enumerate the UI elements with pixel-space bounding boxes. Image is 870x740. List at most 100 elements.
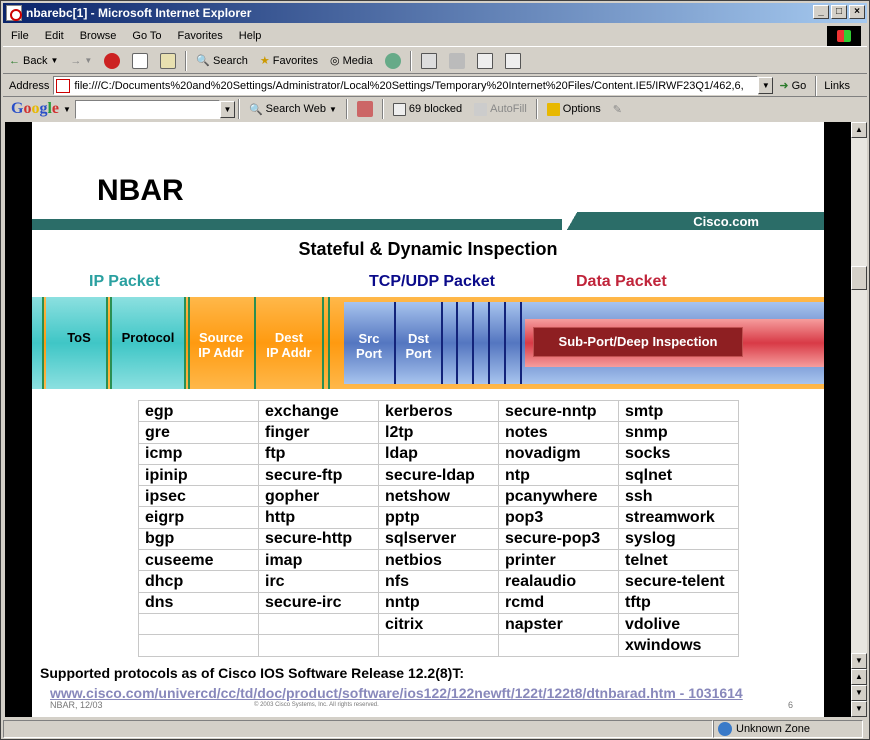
go-arrow-icon: ➜ [779, 80, 789, 92]
dst-port-label: Dst Port [405, 331, 432, 361]
protocol-cell: ldap [378, 442, 499, 465]
stop-button[interactable] [98, 50, 126, 72]
menu-file[interactable]: File [3, 30, 37, 42]
autofill-label: AutoFill [490, 103, 527, 115]
google-search-dropdown[interactable]: ▼ [219, 100, 235, 118]
search-web-label: Search Web [265, 103, 326, 115]
search-icon: 🔍 [196, 55, 211, 67]
browser-window: nbarebc[1] - Microsoft Internet Explorer… [0, 0, 870, 740]
chevron-down-icon: ▼ [328, 104, 337, 114]
google-logo[interactable]: Google [3, 100, 63, 118]
slide-subtitle: Stateful & Dynamic Inspection [298, 239, 558, 259]
reference-link[interactable]: www.cisco.com/univercd/cc/td/doc/product… [50, 685, 743, 701]
discuss-button[interactable] [499, 50, 527, 72]
menu-help[interactable]: Help [231, 30, 270, 42]
print-button[interactable] [443, 50, 471, 72]
standard-toolbar: ← Back ▼ → ▼ 🔍 Search ★ Favorites ◎ Media [3, 48, 867, 74]
back-button[interactable]: ← Back ▼ [3, 50, 64, 72]
band-slant [562, 212, 582, 230]
google-search-input[interactable] [74, 99, 220, 119]
edit-button[interactable] [471, 50, 499, 72]
chevron-down-icon[interactable]: ▼ [63, 105, 71, 114]
links-button[interactable]: Links [820, 80, 850, 92]
toolbar-separator [345, 99, 348, 119]
protocol-cell: pcanywhere [498, 485, 619, 508]
mail-button[interactable] [415, 50, 443, 72]
next-page-button-2[interactable]: ▼ [851, 701, 867, 717]
slide-title: NBAR [97, 174, 184, 207]
autofill-button[interactable]: AutoFill [468, 98, 533, 120]
maximize-button[interactable]: □ [831, 5, 847, 19]
close-button[interactable]: × [849, 5, 865, 19]
toolbar-separator [381, 99, 384, 119]
menu-favorites[interactable]: Favorites [170, 30, 231, 42]
field-divider [441, 302, 443, 384]
scroll-thumb[interactable] [851, 266, 867, 290]
band-highlight [32, 212, 572, 219]
favorites-icon: ★ [259, 55, 270, 67]
address-url: file:///C:/Documents%20and%20Settings/Ad… [74, 79, 744, 92]
previous-page-button[interactable]: ▲ [851, 669, 867, 685]
field-divider [520, 302, 522, 384]
search-button[interactable]: 🔍 Search [190, 50, 254, 72]
history-button[interactable] [379, 50, 407, 72]
field-divider [42, 297, 44, 389]
status-bar: Unknown Zone [3, 718, 867, 739]
table-row: gre finger l2tp notes snmp [138, 421, 739, 444]
protocol-cell: nfs [378, 570, 499, 593]
protocol-cell: novadigm [498, 442, 619, 465]
protocol-cell: sqlnet [618, 463, 739, 487]
protocol-cell: gre [138, 421, 259, 444]
media-label: Media [342, 54, 373, 67]
menu-edit[interactable]: Edit [37, 30, 72, 42]
protocol-cell: ftp [258, 442, 379, 465]
page-viewport[interactable]: NBAR Cisco.com Stateful & Dynamic Inspec… [5, 122, 851, 717]
scroll-down-button[interactable]: ▼ [851, 653, 867, 669]
options-button[interactable]: Options [541, 98, 607, 120]
protocol-cell [258, 634, 379, 657]
field-divider [184, 297, 186, 389]
protocol-cell: pop3 [498, 506, 619, 529]
source-ip-label: Source IP Addr [198, 330, 244, 360]
scroll-up-button[interactable]: ▲ [851, 122, 867, 138]
search-web-icon: 🔍 [248, 103, 263, 116]
table-row: eigrp http pptp pop3 streamwork [138, 506, 739, 529]
stop-icon [104, 52, 121, 69]
media-button[interactable]: ◎ Media [324, 50, 379, 72]
menu-goto[interactable]: Go To [124, 30, 169, 42]
protocol-cell: pptp [378, 506, 499, 529]
protocol-cell [138, 634, 259, 657]
toolbar-separator [409, 50, 412, 71]
go-button[interactable]: ➜ Go [773, 75, 812, 97]
table-row: ipinip secure-ftp secure-ldap ntp sqlnet [138, 463, 739, 487]
menu-browse[interactable]: Browse [72, 30, 125, 42]
menu-bar: File Edit Browse Go To Favorites Help [3, 25, 867, 47]
refresh-button[interactable] [126, 50, 154, 72]
protocol-cell: irc [258, 570, 379, 593]
data-packet-label: Data Packet [576, 273, 667, 290]
home-button[interactable] [154, 50, 182, 72]
news-button[interactable] [351, 98, 379, 120]
address-dropdown-button[interactable]: ▼ [758, 77, 774, 94]
protocol-cell: cuseeme [138, 549, 259, 572]
address-input[interactable]: file:///C:/Documents%20and%20Settings/Ad… [53, 76, 759, 95]
search-label: Search [213, 54, 248, 67]
next-page-button[interactable]: ▼ [851, 685, 867, 701]
favorites-button[interactable]: ★ Favorites [254, 50, 324, 72]
subport-inspection-label: Sub-Port/Deep Inspection [533, 327, 743, 357]
ip-packet-label: IP Packet [89, 273, 160, 290]
footer-left: NBAR, 12/03 [50, 700, 103, 710]
minimize-button[interactable]: _ [813, 5, 829, 19]
popup-blocker-button[interactable]: 69 blocked [387, 98, 468, 120]
highlight-button[interactable]: ✎ [607, 98, 628, 120]
status-text [3, 719, 713, 738]
forward-button[interactable]: → ▼ [64, 50, 98, 72]
protocol-table: egp exchange kerberos secure-nntp smtp gre fin… [138, 399, 739, 657]
blocked-count: 69 blocked [408, 103, 463, 115]
chevron-down-icon: ▼ [84, 56, 93, 65]
protocol-cell [258, 612, 379, 636]
vertical-scrollbar[interactable]: ▲ ▼ ▲ ▼ ▼ [851, 122, 867, 717]
zone-indicator: Unknown Zone [713, 719, 863, 738]
protocol-cell: eigrp [138, 506, 259, 529]
search-web-button[interactable]: 🔍 Search Web ▼ [243, 98, 343, 120]
